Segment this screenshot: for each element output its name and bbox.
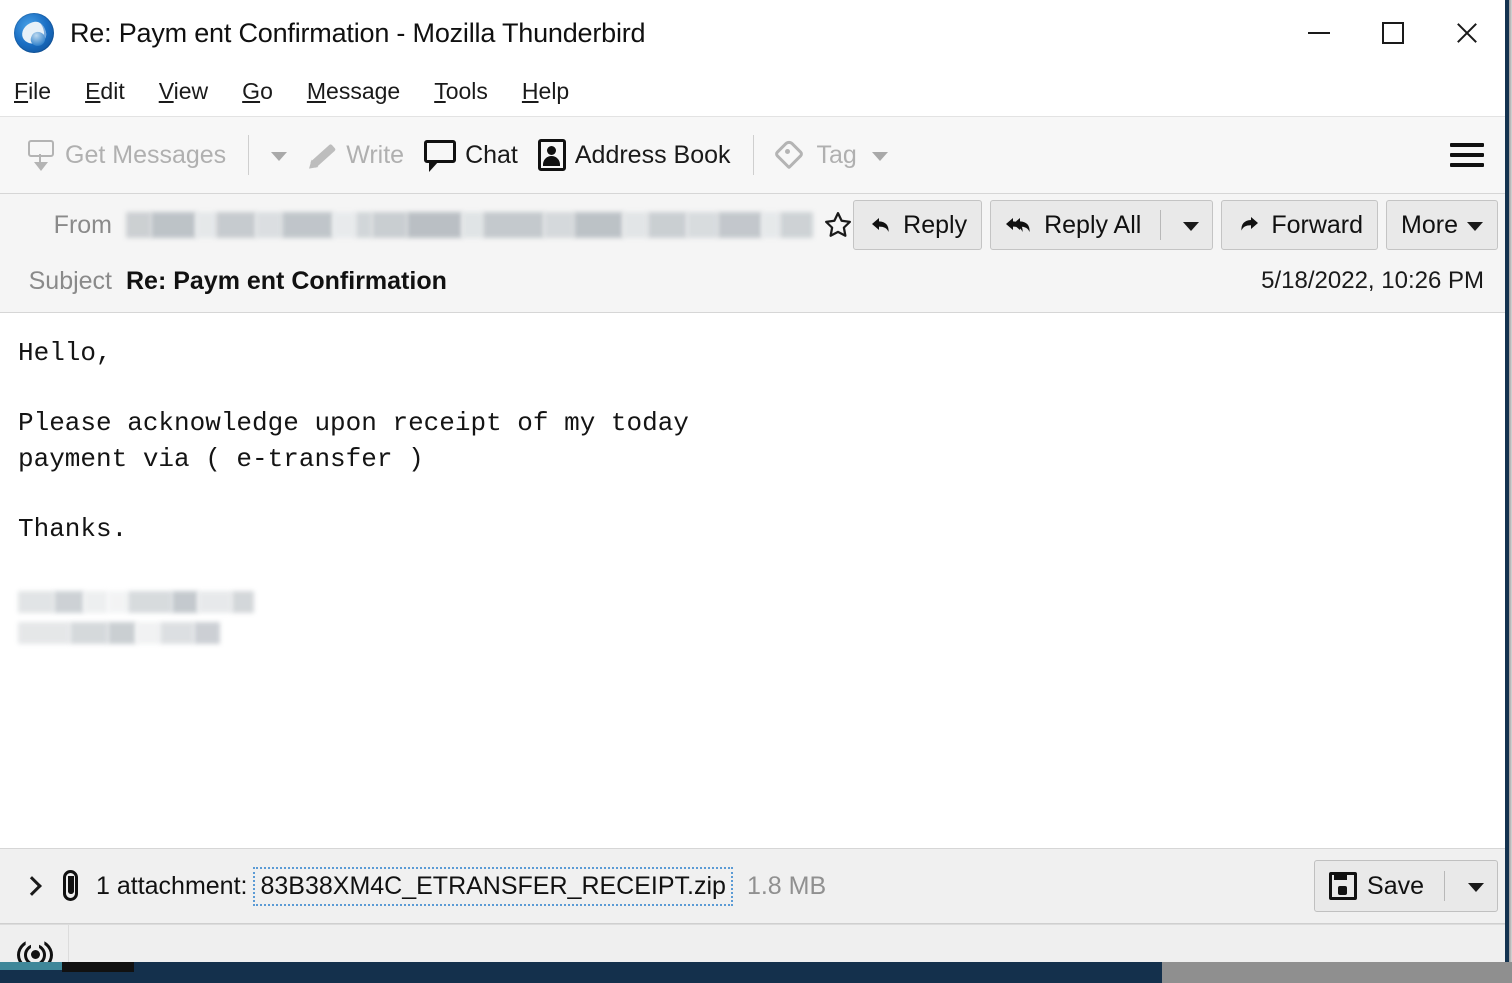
main-toolbar: Get Messages Write Chat Address Book Tag [0, 117, 1512, 194]
message-actions: Reply Reply All Forward More [853, 200, 1502, 250]
subject-label: Subject [28, 266, 112, 295]
save-disk-icon [1329, 872, 1358, 900]
address-book-button[interactable]: Address Book [528, 133, 741, 177]
minimize-icon [1308, 32, 1330, 34]
window-bottom-edge [0, 962, 1512, 983]
menu-go[interactable]: Go [242, 78, 273, 105]
maximize-icon [1382, 22, 1404, 44]
subject-value: Re: Paym ent Confirmation [126, 266, 447, 295]
signature-line-2 [18, 622, 1512, 644]
close-icon [1454, 20, 1480, 46]
star-outline-icon[interactable] [823, 210, 853, 240]
forward-arrow-icon [1241, 217, 1259, 231]
subject-row: Subject Re: Paym ent Confirmation 5/18/2… [0, 256, 1512, 312]
body-greeting: Hello, [18, 338, 112, 368]
toolbar-divider-2 [752, 135, 754, 175]
menu-tools[interactable]: Tools [434, 78, 488, 105]
forward-label: Forward [1271, 210, 1364, 239]
paperclip-icon [60, 869, 82, 903]
reply-all-divider [1160, 210, 1162, 240]
chevron-right-icon [21, 876, 42, 896]
body-spacer-1 [18, 371, 1512, 405]
message-header: From Reply Reply All Forward More Subjec… [0, 194, 1512, 313]
tag-button[interactable]: Tag [766, 135, 898, 176]
get-messages-button[interactable]: Get Messages [16, 134, 236, 176]
from-row: From Reply Reply All Forward More [0, 194, 1512, 256]
thunderbird-logo-icon [14, 13, 54, 53]
address-book-icon [537, 139, 566, 171]
address-book-label: Address Book [574, 140, 731, 169]
hamburger-menu-icon[interactable] [1450, 143, 1484, 167]
menu-edit[interactable]: Edit [85, 78, 125, 105]
title-bar: Re: Paym ent Confirmation - Mozilla Thun… [0, 0, 1512, 66]
save-label: Save [1367, 871, 1424, 900]
chat-label: Chat [465, 140, 518, 169]
more-label: More [1401, 210, 1458, 239]
message-body[interactable]: Hello, Please acknowledge upon receipt o… [0, 313, 1512, 849]
chat-button[interactable]: Chat [414, 134, 528, 176]
menu-message[interactable]: Message [307, 78, 400, 105]
maximize-button[interactable] [1356, 2, 1430, 64]
chevron-down-icon [1467, 222, 1483, 231]
body-paragraph-line-1: Please acknowledge upon receipt of my to… [18, 408, 689, 438]
from-label: From [53, 210, 112, 239]
more-button[interactable]: More [1386, 200, 1498, 250]
reply-all-arrow-icon [1006, 218, 1030, 232]
chevron-down-icon [1183, 222, 1200, 231]
window-title: Re: Paym ent Confirmation - Mozilla Thun… [70, 17, 646, 48]
message-date: 5/18/2022, 10:26 PM [1261, 267, 1484, 294]
get-messages-icon [26, 140, 56, 171]
pencil-icon [307, 140, 337, 170]
save-divider [1444, 871, 1445, 901]
attachment-file-size: 1.8 MB [746, 871, 827, 900]
body-closing: Thanks. [18, 514, 128, 544]
chevron-down-icon [871, 152, 888, 161]
attachment-file-name[interactable]: 83B38XM4C_ETRANSFER_RECEIPT.zip [253, 866, 733, 906]
reply-all-button[interactable]: Reply All [990, 200, 1214, 250]
chat-bubble-icon [424, 140, 457, 172]
menu-bar: File Edit View Go Message Tools Help [0, 66, 1512, 117]
menu-view[interactable]: View [159, 78, 208, 105]
reply-arrow-icon [872, 218, 889, 232]
write-label: Write [346, 140, 405, 169]
attachment-expand-button[interactable] [16, 869, 50, 903]
window-controls [1282, 0, 1504, 66]
reply-all-label: Reply All [1044, 210, 1142, 239]
write-button[interactable]: Write [297, 134, 414, 176]
tag-icon [772, 138, 808, 170]
from-value-redacted[interactable] [126, 210, 853, 240]
get-messages-dropdown-button[interactable] [261, 141, 297, 169]
thunderbird-window: Re: Paym ent Confirmation - Mozilla Thun… [0, 0, 1512, 983]
minimize-button[interactable] [1282, 2, 1356, 64]
save-dropdown-button[interactable] [1455, 861, 1497, 911]
window-right-edge [1505, 0, 1512, 962]
menu-help[interactable]: Help [522, 78, 569, 105]
chevron-down-icon [271, 152, 288, 161]
save-attachment-button[interactable]: Save [1314, 860, 1498, 912]
body-spacer-2 [18, 477, 1512, 511]
reply-label: Reply [903, 210, 968, 239]
get-messages-label: Get Messages [65, 140, 227, 169]
forward-button[interactable]: Forward [1221, 200, 1379, 250]
toolbar-divider-1 [248, 135, 250, 175]
attachment-bar: 1 attachment: 83B38XM4C_ETRANSFER_RECEIP… [0, 849, 1512, 924]
attachment-count-label: 1 attachment: [96, 871, 248, 900]
tag-label: Tag [816, 140, 857, 169]
reply-button[interactable]: Reply [853, 200, 983, 250]
signature-redacted [18, 591, 1512, 644]
menu-file[interactable]: File [14, 78, 51, 105]
signature-line-1 [18, 591, 1512, 613]
close-button[interactable] [1430, 2, 1504, 64]
body-paragraph-line-2: payment via ( e-transfer ) [18, 444, 424, 474]
chevron-down-icon [1468, 883, 1484, 892]
reply-all-dropdown-button[interactable] [1170, 201, 1212, 249]
